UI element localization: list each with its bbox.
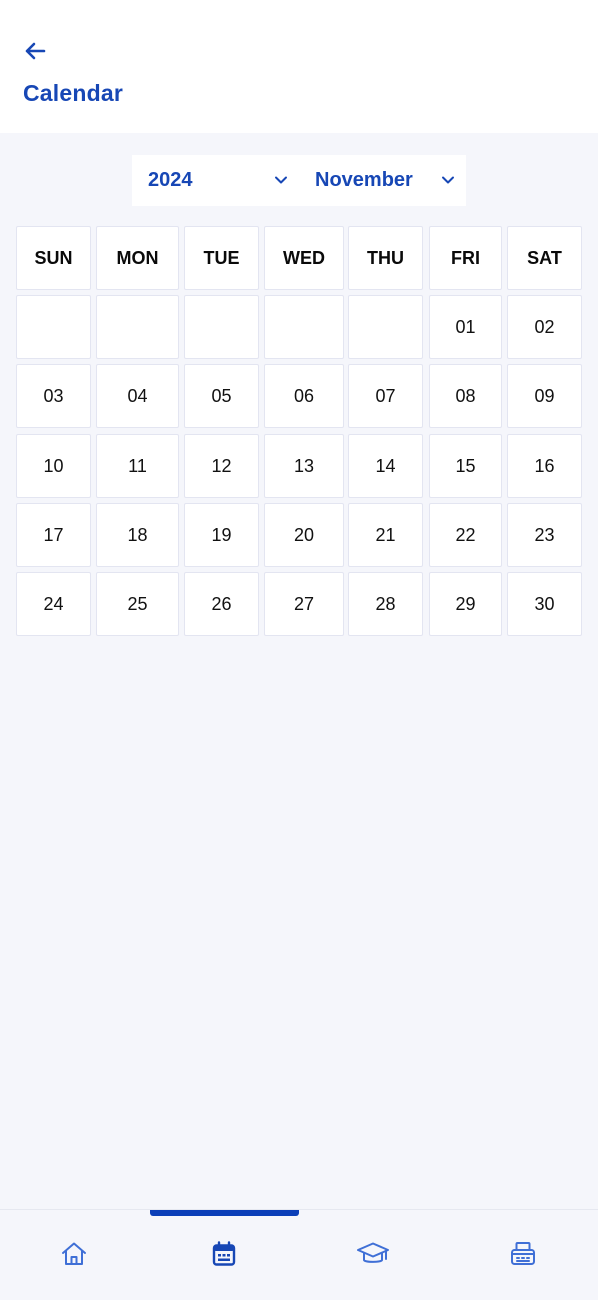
day-cell[interactable]: 14 (348, 434, 423, 498)
day-cell[interactable]: 10 (16, 434, 91, 498)
back-button[interactable] (20, 36, 50, 66)
arrow-left-icon (25, 42, 46, 60)
nav-courses[interactable] (343, 1224, 403, 1284)
day-cell[interactable]: 19 (184, 503, 259, 567)
day-cell[interactable]: 09 (507, 364, 582, 428)
day-cell[interactable]: 15 (429, 434, 502, 498)
weekday-header-fri: FRI (429, 226, 502, 290)
day-cell[interactable]: 25 (96, 572, 179, 636)
day-cell[interactable]: 29 (429, 572, 502, 636)
graduation-cap-icon (357, 1242, 389, 1263)
app-header: Calendar (0, 0, 598, 133)
day-cell[interactable]: 06 (264, 364, 344, 428)
chevron-down-icon (275, 176, 287, 184)
home-icon (62, 1242, 86, 1265)
day-cell[interactable]: 21 (348, 503, 423, 567)
weekday-header-wed: WED (264, 226, 344, 290)
day-cell[interactable]: 17 (16, 503, 91, 567)
empty-day-cell (184, 295, 259, 359)
day-cell[interactable]: 13 (264, 434, 344, 498)
day-cell[interactable]: 03 (16, 364, 91, 428)
nav-calendar[interactable] (194, 1224, 254, 1284)
year-select[interactable]: 2024 (132, 155, 299, 206)
bottom-nav (0, 1209, 598, 1300)
weekday-header-thu: THU (348, 226, 423, 290)
day-cell[interactable]: 23 (507, 503, 582, 567)
active-tab-indicator (150, 1210, 299, 1216)
chevron-down-icon (442, 176, 454, 184)
day-cell[interactable]: 28 (348, 572, 423, 636)
weekday-header-tue: TUE (184, 226, 259, 290)
month-select-value: November (315, 169, 413, 191)
day-cell[interactable]: 04 (96, 364, 179, 428)
empty-day-cell (96, 295, 179, 359)
page-title: Calendar (23, 80, 124, 106)
day-cell[interactable]: 12 (184, 434, 259, 498)
day-cell[interactable]: 26 (184, 572, 259, 636)
day-cell[interactable]: 18 (96, 503, 179, 567)
year-select-value: 2024 (148, 169, 193, 191)
weekday-header-sat: SAT (507, 226, 582, 290)
weekday-header-mon: MON (96, 226, 179, 290)
day-cell[interactable]: 05 (184, 364, 259, 428)
day-cell[interactable]: 16 (507, 434, 582, 498)
empty-day-cell (264, 295, 344, 359)
nav-fax[interactable] (493, 1224, 553, 1284)
empty-day-cell (16, 295, 91, 359)
month-select[interactable]: November (299, 155, 466, 206)
nav-home[interactable] (44, 1224, 104, 1284)
empty-day-cell (348, 295, 423, 359)
day-cell[interactable]: 27 (264, 572, 344, 636)
calendar-icon (212, 1241, 236, 1266)
day-cell[interactable]: 20 (264, 503, 344, 567)
weekday-header-sun: SUN (16, 226, 91, 290)
date-picker-bar: 2024 November (132, 155, 466, 206)
day-cell[interactable]: 08 (429, 364, 502, 428)
day-cell[interactable]: 02 (507, 295, 582, 359)
calendar-grid: SUN MON TUE WED THU FRI SAT 01 02 03 04 05 06 07 08 09 1… (16, 226, 582, 636)
day-cell[interactable]: 30 (507, 572, 582, 636)
day-cell[interactable]: 01 (429, 295, 502, 359)
day-cell[interactable]: 24 (16, 572, 91, 636)
day-cell[interactable]: 22 (429, 503, 502, 567)
day-cell[interactable]: 11 (96, 434, 179, 498)
fax-printer-icon (511, 1242, 535, 1265)
day-cell[interactable]: 07 (348, 364, 423, 428)
